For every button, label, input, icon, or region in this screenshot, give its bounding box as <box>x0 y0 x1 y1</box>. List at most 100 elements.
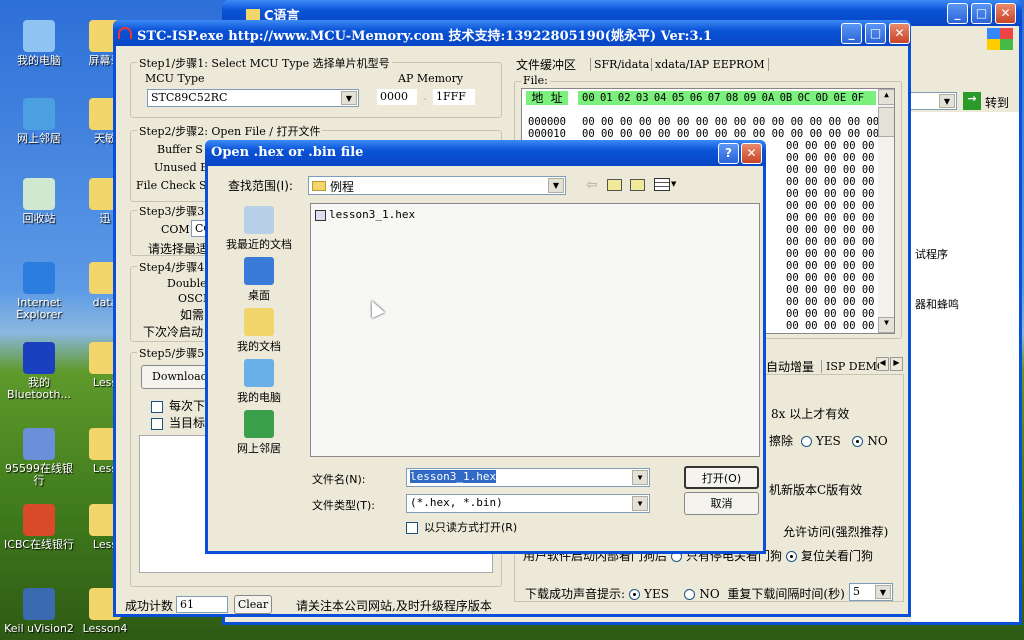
scroll-down-icon[interactable]: ▼ <box>878 317 894 333</box>
radio-reset[interactable] <box>786 551 798 562</box>
tab-scroll-right-icon[interactable]: ▶ <box>890 357 903 371</box>
shortcut-icon <box>23 504 55 536</box>
radio-yes[interactable] <box>800 436 812 447</box>
chevron-down-icon[interactable]: ▼ <box>548 178 564 193</box>
file-name-input[interactable]: lesson3_1.hex ▼ <box>406 468 650 487</box>
app-icon <box>118 27 132 39</box>
minimize-button[interactable]: _ <box>947 3 968 24</box>
close-button[interactable]: ✕ <box>741 143 762 164</box>
tab-xdata-eeprom[interactable]: xdata/IAP EEPROM <box>651 58 769 71</box>
radio-no[interactable] <box>852 436 864 447</box>
explorer-content <box>911 112 1019 622</box>
hex-bytes: 00 00 00 00 00 <box>786 212 875 224</box>
erase-label: 擦除 <box>769 434 794 448</box>
read-only-label: 以只读方式打开(R) <box>424 521 518 534</box>
minimize-button[interactable]: _ <box>841 23 862 44</box>
tab-scroll-left-icon[interactable]: ◀ <box>876 357 889 371</box>
folder-icon <box>246 9 260 20</box>
view-menu-icon[interactable] <box>654 178 670 191</box>
hex-scrollbar[interactable]: ▲ ▼ <box>878 89 894 333</box>
chevron-down-icon[interactable]: ▼ <box>939 94 955 108</box>
places-item[interactable]: 我的文档 <box>214 308 304 354</box>
place-icon <box>244 410 274 438</box>
file-name: lesson3_1.hex <box>329 208 416 221</box>
windows-logo-icon <box>987 28 1013 50</box>
scroll-up-icon[interactable]: ▲ <box>878 89 894 105</box>
hex-bytes: 00 00 00 00 00 <box>786 260 875 272</box>
file-name-label: 文件名(N): <box>312 473 366 486</box>
tab-auto-increment[interactable]: 自动增量 <box>766 358 814 375</box>
file-list[interactable]: lesson3_1.hex <box>310 203 760 457</box>
place-label: 我的电脑 <box>237 391 281 404</box>
maximize-button[interactable]: □ <box>865 23 886 44</box>
look-in-select[interactable]: 例程 ▼ <box>308 176 566 195</box>
clear-button[interactable]: Clear <box>234 595 272 614</box>
go-arrow-icon[interactable]: → <box>963 92 981 110</box>
desktop-icon-label: Lesson4 <box>82 622 128 635</box>
hex-bytes: 00 00 00 00 00 <box>786 296 875 308</box>
hex-bytes: 00 00 00 00 00 <box>786 320 875 332</box>
back-icon[interactable]: ⇦ <box>586 177 598 193</box>
maximize-button[interactable]: □ <box>971 3 992 24</box>
place-icon <box>244 359 274 387</box>
beep-option: 下载成功声音提示: YES NO 重复下载间隔时间(秒) <box>525 585 845 602</box>
read-only-checkbox[interactable]: 以只读方式打开(R) <box>406 519 517 535</box>
task-text[interactable]: 试程序 <box>915 246 948 262</box>
file-type-value: (*.hex, *.bin) <box>410 496 503 509</box>
hex-bytes: 00 00 00 00 00 <box>786 272 875 284</box>
up-folder-icon[interactable] <box>607 179 622 191</box>
place-icon <box>244 257 274 285</box>
dialog-title: Open .hex or .bin file <box>211 145 364 160</box>
radio-label: NO <box>867 434 888 448</box>
step4-legend: Step4/步骤4 <box>137 259 207 275</box>
open-button[interactable]: 打开(O) <box>684 466 759 489</box>
radio-beep-no[interactable] <box>684 589 696 600</box>
stc-titlebar[interactable]: STC-ISP.exe http://www.MCU-Memory.com 技术… <box>113 20 911 46</box>
tab-sfr-idata[interactable]: SFR/idata <box>590 58 649 71</box>
dialog-titlebar[interactable]: Open .hex or .bin file <box>205 140 766 166</box>
chevron-down-icon[interactable]: ▼ <box>632 496 648 511</box>
folder-icon <box>312 181 326 191</box>
cancel-button[interactable]: 取消 <box>684 492 759 515</box>
mcu-type-select[interactable]: STC89C52RC ▼ <box>147 89 359 107</box>
file-check-label: File Check S <box>136 179 207 192</box>
place-label: 桌面 <box>248 289 270 302</box>
tab-file-buffer[interactable]: 文件缓冲区 <box>516 56 576 73</box>
shortcut-icon <box>23 588 55 620</box>
hex-row: 000010 00 00 00 00 00 00 00 00 00 00 00 0… <box>528 128 879 140</box>
chevron-down-icon[interactable]: ▼ <box>875 585 891 599</box>
file-item[interactable]: lesson3_1.hex <box>315 208 415 221</box>
places-item[interactable]: 我的电脑 <box>214 359 304 405</box>
task-text[interactable]: 器和蜂鸣 <box>915 296 959 312</box>
file-type-select[interactable]: (*.hex, *.bin) ▼ <box>406 494 650 513</box>
scroll-thumb[interactable] <box>878 107 894 137</box>
checkbox-target[interactable]: 当目标 <box>151 414 205 431</box>
interval-label: 重复下载间隔时间(秒) <box>727 587 845 601</box>
close-button[interactable]: ✕ <box>889 23 910 44</box>
go-label[interactable]: 转到 <box>985 94 1009 111</box>
places-item[interactable]: 桌面 <box>214 257 304 303</box>
chevron-down-icon[interactable]: ▼ <box>632 470 648 485</box>
mcu-type-value: STC89C52RC <box>151 91 228 104</box>
erase-option: 擦除 YES NO <box>769 432 888 449</box>
shortcut-icon <box>23 342 55 374</box>
hex-file-icon <box>315 209 326 221</box>
chevron-down-icon[interactable]: ▼ <box>341 91 357 105</box>
interval-select[interactable]: 5 ▼ <box>849 583 893 601</box>
hex-bytes: 00 00 00 00 00 <box>786 248 875 260</box>
places-item[interactable]: 我最近的文档 <box>214 206 304 252</box>
close-button[interactable]: ✕ <box>995 3 1016 24</box>
address-bar[interactable]: ▼ <box>905 92 957 110</box>
help-button[interactable]: ? <box>718 143 739 164</box>
hex-address: 000000 <box>528 116 566 128</box>
tab-isp-demo[interactable]: ISP DEMO <box>821 360 879 373</box>
step5-legend: Step5/步骤5 <box>137 345 207 361</box>
chevron-down-icon[interactable]: ▼ <box>671 180 676 188</box>
new-folder-icon[interactable] <box>630 179 645 191</box>
hex-address: 000010 <box>528 128 566 140</box>
look-in-label: 查找范围(I): <box>228 179 293 193</box>
radio-beep-yes[interactable] <box>629 589 641 600</box>
checkbox-every-download[interactable]: 每次下 <box>151 397 205 414</box>
places-item[interactable]: 网上邻居 <box>214 410 304 456</box>
shortcut-icon <box>23 20 55 52</box>
